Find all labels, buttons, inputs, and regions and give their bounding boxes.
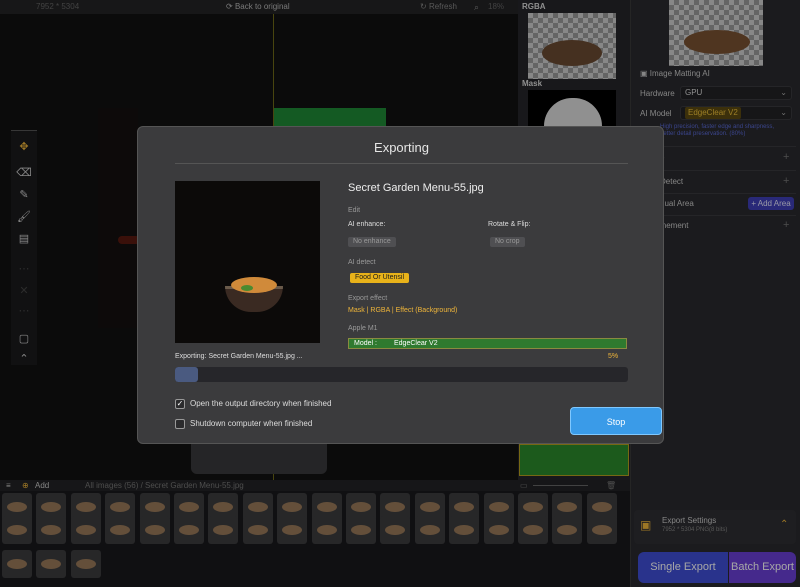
ai-enhance-label: AI enhance: (348, 221, 386, 228)
export-dialog: Exporting Secret Garden Menu-55.jpg Edit… (137, 126, 664, 444)
dialog-divider (175, 163, 628, 164)
edit-section-label: Edit (348, 207, 361, 214)
shutdown-label: Shutdown computer when finished (190, 419, 313, 429)
export-effect-value: Mask | RGBA | Effect (Background) (348, 307, 458, 314)
dialog-title: Exporting (374, 140, 429, 155)
model-key: Model : (354, 340, 377, 347)
export-effect-section-label: Export effect (348, 295, 388, 302)
export-progress-bar (175, 367, 628, 382)
food-image (231, 277, 277, 293)
export-percent: 5% (608, 353, 619, 360)
model-progress-bar: Model : EdgeClear V2 (348, 338, 627, 349)
open-dir-option[interactable]: ✓ Open the output directory when finished (175, 399, 331, 409)
open-dir-checkbox[interactable]: ✓ (175, 399, 185, 409)
export-image-preview (175, 181, 320, 343)
garnish-image (241, 285, 253, 291)
exporting-status: Exporting: Secret Garden Menu-55.jpg ... (175, 353, 303, 360)
shutdown-checkbox[interactable] (175, 419, 185, 429)
ai-detect-section-label: AI detect (348, 259, 376, 266)
export-filename: Secret Garden Menu-55.jpg (348, 182, 484, 194)
device-label: Apple M1 (348, 325, 378, 332)
rotate-flip-value: No crop (490, 237, 525, 247)
stop-button[interactable]: Stop (570, 407, 662, 435)
rotate-flip-label: Rotate & Flip: (488, 221, 531, 228)
ai-enhance-value: No enhance (348, 237, 396, 247)
model-value: EdgeClear V2 (394, 340, 438, 347)
open-dir-label: Open the output directory when finished (190, 399, 332, 409)
shutdown-option[interactable]: Shutdown computer when finished (175, 419, 312, 429)
export-progress-fill (175, 367, 198, 382)
ai-detect-value: Food Or Utensil (350, 273, 410, 283)
